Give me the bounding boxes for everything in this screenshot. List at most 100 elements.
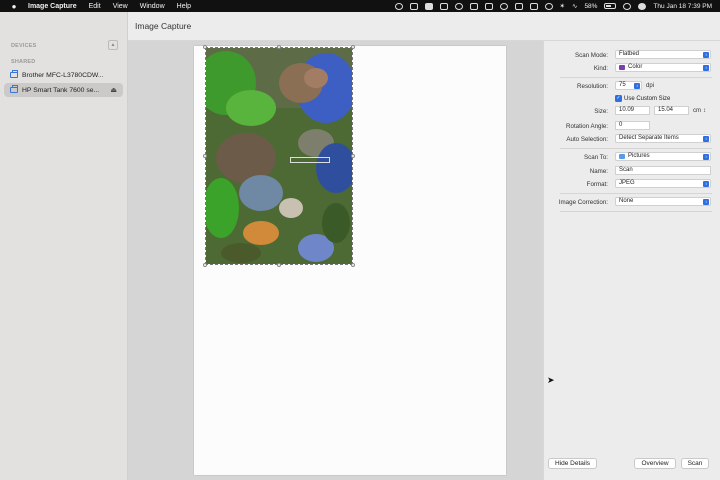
menu-edit[interactable]: Edit [89,3,101,10]
color-swatch-icon [619,65,625,70]
format-row: Format: JPEG ↕ [544,179,720,190]
sidebar-item-label: HP Smart Tank 7600 se... [22,86,100,94]
hide-details-button[interactable]: Hide Details [548,458,597,469]
status-app-icon[interactable] [394,2,403,10]
chevron-up-down-icon: ↕ [703,52,709,58]
size-label: Size: [594,108,608,115]
chevron-up-down-icon: ↕ [703,136,709,142]
scan-to-popup[interactable]: Pictures ↕ [615,152,711,161]
play-icon[interactable] [544,2,553,10]
sidebar: DEVICES ▲ SHARED Brother MFC-L3780CDW...… [0,12,128,480]
format-popup[interactable]: JPEG ↕ [615,179,711,188]
scan-bed[interactable] [194,45,506,475]
collapse-toggle-icon[interactable]: ▲ [108,40,118,50]
crop-handle[interactable] [277,45,281,49]
size-height-field[interactable]: 15.04 [654,106,689,115]
battery-percent: 58% [584,2,598,10]
crop-handle[interactable] [351,263,355,267]
chevron-up-down-icon: ↕ [703,181,709,187]
custom-size-checkbox[interactable]: ✓ [615,95,622,102]
scan-preview-area[interactable] [128,41,543,480]
auto-selection-popup[interactable]: Detect Separate Items ↕ [615,134,711,143]
custom-size-row: ✓ Use Custom Size [544,94,720,105]
menu-bar: ● Image Capture Edit View Window Help ✶ … [0,0,720,12]
chevron-up-down-icon: ↕ [634,83,640,89]
chevron-up-down-icon: ↕ [703,65,709,71]
rotation-label: Rotation Angle: [566,123,608,130]
printer-icon [10,85,18,93]
status-app-icon[interactable] [529,2,538,10]
status-app-icon[interactable] [439,2,448,10]
scan-to-label: Scan To: [584,154,608,161]
wifi-icon[interactable]: ∿ [572,2,577,10]
scan-to-row: Scan To: Pictures ↕ [544,152,720,163]
search-icon[interactable] [623,2,632,10]
status-app-icon[interactable] [454,2,463,10]
name-row: Name: Scan [544,166,720,177]
menu-help[interactable]: Help [177,3,191,10]
resolution-row: Resolution: 75 ↕ dpi [544,81,720,92]
scan-button[interactable]: Scan [681,458,709,469]
separator [560,193,712,194]
size-row: Size: 10.09 15.04 cm ↕ [544,106,720,117]
crop-handle[interactable] [277,263,281,267]
crop-handle[interactable] [203,45,207,49]
scan-mode-popup[interactable]: Flatbed ↕ [615,50,711,59]
scan-mode-row: Scan Mode: Flatbed ↕ [544,50,720,61]
kind-popup[interactable]: Color ↕ [615,63,711,72]
mouse-cursor-icon: ➤ [547,375,555,385]
crop-handle[interactable] [351,45,355,49]
separator [560,211,712,212]
auto-selection-label: Auto Selection: [566,136,608,143]
status-app-icon[interactable] [409,2,418,10]
rotation-row: Rotation Angle: 0 [544,121,720,132]
bluetooth-icon[interactable]: ✶ [560,2,565,10]
window-title: Image Capture [135,21,192,31]
custom-size-label: Use Custom Size [624,95,671,102]
chevron-up-down-icon: ↕ [703,154,709,160]
printer-icon [10,70,18,78]
format-label: Format: [586,181,608,188]
apple-menu-icon[interactable]: ● [9,2,19,11]
auto-selection-row: Auto Selection: Detect Separate Items ↕ [544,134,720,145]
size-unit[interactable]: cm [693,108,701,114]
status-area: ✶ ∿ 58% Thu Jan 18 7:39 PM [394,0,712,12]
sidebar-item-brother[interactable]: Brother MFC-L3780CDW... [4,68,123,82]
crop-handle[interactable] [203,154,207,158]
pin-icon[interactable] [469,2,478,10]
image-correction-popup[interactable]: None ↕ [615,197,711,206]
window-titlebar: Image Capture [128,12,720,41]
size-width-field[interactable]: 10.09 [615,106,650,115]
battery-icon[interactable] [604,3,617,9]
clock-icon[interactable] [499,2,508,10]
devices-section-label: DEVICES [11,43,37,49]
display-icon[interactable] [514,2,523,10]
eject-icon[interactable]: ⏏ [110,86,117,94]
menu-window[interactable]: Window [140,3,165,10]
separator [560,77,712,78]
image-correction-row: Image Correction: None ↕ [544,197,720,208]
name-field[interactable]: Scan [615,166,711,175]
sidebar-item-hp[interactable]: HP Smart Tank 7600 se... ⏏ [4,83,123,97]
selection-marquee[interactable] [290,157,330,163]
status-app-icon[interactable] [424,2,433,10]
menu-app-name[interactable]: Image Capture [28,3,77,10]
size-unit-stepper-icon[interactable]: ↕ [703,108,706,114]
separator [560,148,712,149]
overview-button[interactable]: Overview [634,458,676,469]
scanned-photo-graphic [206,48,352,264]
control-center-icon[interactable] [638,2,647,10]
resolution-popup[interactable]: 75 ↕ [615,81,642,90]
menu-clock[interactable]: Thu Jan 18 7:39 PM [653,3,712,10]
status-app-icon[interactable] [484,2,493,10]
name-label: Name: [589,168,608,175]
kind-row: Kind: Color ↕ [544,63,720,74]
folder-icon [619,154,625,159]
image-correction-label: Image Correction: [558,199,608,206]
scanned-image[interactable] [205,47,353,265]
shared-section-label: SHARED [11,59,36,65]
rotation-field[interactable]: 0 [615,121,650,130]
crop-handle[interactable] [203,263,207,267]
crop-handle[interactable] [351,154,355,158]
menu-view[interactable]: View [113,3,128,10]
